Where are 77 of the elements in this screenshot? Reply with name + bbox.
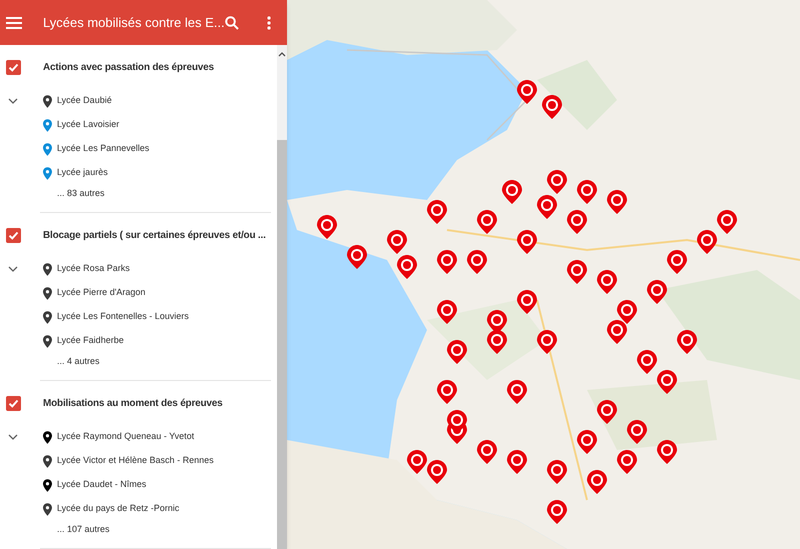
menu-icon[interactable]	[6, 16, 22, 30]
map-marker-icon[interactable]	[427, 460, 447, 484]
place-item[interactable]: Lycée Les Fontenelles - Louviers	[57, 310, 189, 324]
place-item[interactable]: Lycée Raymond Queneau - Yvetot	[57, 430, 194, 444]
map-marker-icon[interactable]	[502, 180, 522, 204]
map-marker-icon[interactable]	[397, 255, 417, 279]
map-marker-icon[interactable]	[597, 400, 617, 424]
map-marker-icon[interactable]	[667, 250, 687, 274]
map-marker-icon[interactable]	[317, 215, 337, 239]
map-marker-icon[interactable]	[627, 420, 647, 444]
place-item[interactable]: Lycée jaurès	[57, 166, 108, 180]
map-marker-icon[interactable]	[697, 230, 717, 254]
map-marker-icon[interactable]	[542, 95, 562, 119]
map-marker-icon[interactable]	[517, 290, 537, 314]
more-link[interactable]: ... 4 autres	[57, 355, 189, 368]
map-marker-icon[interactable]	[517, 230, 537, 254]
search-icon[interactable]	[224, 16, 239, 30]
map-marker-icon[interactable]	[587, 470, 607, 494]
map-marker-icon[interactable]	[577, 430, 597, 454]
map-marker-icon[interactable]	[407, 450, 427, 474]
map-marker-icon[interactable]	[487, 310, 507, 334]
map-marker-icon[interactable]	[637, 350, 657, 374]
layer-title: Actions avec passation des épreuves	[43, 60, 214, 74]
map-marker-icon[interactable]	[617, 450, 637, 474]
map-marker-icon[interactable]	[537, 330, 557, 354]
map-title: Lycées mobilisés contre les E...	[43, 14, 225, 32]
map-marker-icon[interactable]	[387, 230, 407, 254]
scrollbar[interactable]	[277, 45, 287, 549]
map-marker-icon[interactable]	[717, 210, 737, 234]
place-item[interactable]: Lycée Lavoisier	[57, 118, 120, 132]
map-marker-icon[interactable]	[577, 180, 597, 204]
map-marker-icon[interactable]	[467, 250, 487, 274]
map-marker-icon[interactable]	[507, 380, 527, 404]
more-link[interactable]: ... 83 autres	[57, 187, 150, 200]
place-item[interactable]: Lycée Daudet - Nîmes	[57, 478, 146, 492]
map-marker-icon[interactable]	[437, 250, 457, 274]
map-marker-icon[interactable]	[597, 270, 617, 294]
map-marker-icon[interactable]	[517, 80, 537, 104]
map-marker-icon[interactable]	[437, 380, 457, 404]
place-item[interactable]: Lycée Rosa Parks	[57, 262, 130, 276]
more-link[interactable]: ... 107 autres	[57, 523, 214, 536]
place-item[interactable]: Lycée Les Pannevelles	[57, 142, 150, 156]
map-marker-icon[interactable]	[547, 500, 567, 524]
map-marker-icon[interactable]	[477, 440, 497, 464]
layer-checkbox[interactable]	[6, 60, 21, 74]
map-marker-icon[interactable]	[607, 190, 627, 214]
map-marker-icon[interactable]	[447, 340, 467, 364]
chevron-down-icon[interactable]	[8, 434, 18, 440]
layer-title: Mobilisations au moment des épreuves	[43, 396, 223, 410]
place-item[interactable]: Lycée Victor et Hélène Basch - Rennes	[57, 454, 214, 468]
layer-checkbox[interactable]	[6, 396, 21, 410]
map-marker-icon[interactable]	[607, 320, 627, 344]
place-item[interactable]: Lycée du pays de Retz -Pornic	[57, 502, 180, 516]
layer-title: Blocage partiels ( sur certaines épreuves et/ou ...	[43, 228, 266, 242]
place-item[interactable]: Lycée Pierre d'Aragon	[57, 286, 146, 300]
map-marker-icon[interactable]	[487, 330, 507, 354]
place-item[interactable]: Lycée Daubié	[57, 94, 112, 108]
map-marker-icon[interactable]	[347, 245, 367, 269]
place-item[interactable]: Lycée Faidherbe	[57, 334, 124, 348]
map-marker-icon[interactable]	[617, 300, 637, 324]
map-marker-icon[interactable]	[567, 210, 587, 234]
map-marker-icon[interactable]	[547, 460, 567, 484]
chevron-down-icon[interactable]	[8, 266, 18, 272]
map-marker-icon[interactable]	[477, 210, 497, 234]
map-marker-icon[interactable]	[547, 170, 567, 194]
layer-checkbox[interactable]	[6, 228, 21, 242]
more-icon[interactable]	[266, 16, 271, 30]
map-marker-icon[interactable]	[507, 450, 527, 474]
map-marker-icon[interactable]	[427, 200, 447, 224]
map-marker-icon[interactable]	[537, 195, 557, 219]
map-marker-icon[interactable]	[657, 370, 677, 394]
chevron-down-icon[interactable]	[8, 98, 18, 104]
map-marker-icon[interactable]	[567, 260, 587, 284]
map-marker-icon[interactable]	[437, 300, 457, 324]
map-marker-icon[interactable]	[677, 330, 697, 354]
map-marker-icon[interactable]	[647, 280, 667, 304]
map-marker-icon[interactable]	[657, 440, 677, 464]
